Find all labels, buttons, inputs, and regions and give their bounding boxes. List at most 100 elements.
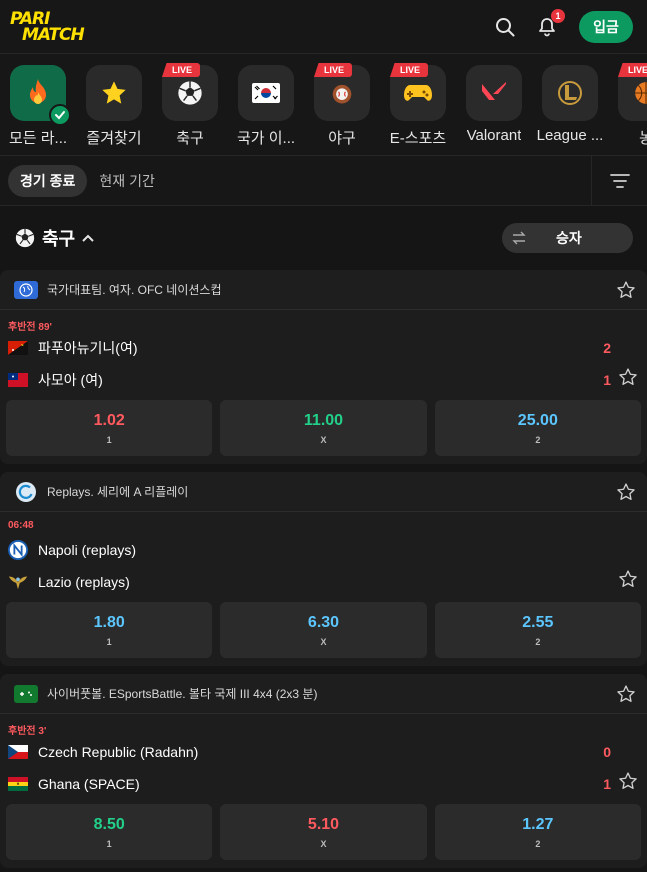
odd-home-button[interactable]: 8.50 1 — [6, 804, 213, 860]
league-block: 국가대표팀. 여자. OFC 네이션스컵 후반전 89' 파푸아뉴기니(여) 2… — [0, 270, 647, 464]
league-block: 사이버풋볼. ESportsBattle. 볼타 국제 III 4x4 (2x3… — [0, 674, 647, 868]
category-favorites[interactable]: 즐겨찾기 — [76, 65, 152, 155]
category-icon-box — [238, 65, 294, 121]
star-outline-icon — [619, 368, 637, 385]
category-basketball[interactable]: LIVE 농 — [608, 63, 647, 155]
star-outline-icon — [617, 684, 635, 702]
sport-section-header: 축구 승자 — [0, 206, 647, 270]
odd-draw-button[interactable]: 11.00 X — [220, 400, 427, 456]
match-time: 후반전 89' — [8, 322, 52, 333]
market-selector[interactable]: 승자 — [502, 223, 633, 253]
match-card[interactable]: 06:48 Napoli (replays) Lazio (replays) 1… — [0, 512, 647, 666]
category-icon-box: LIVE — [314, 63, 370, 121]
league-header[interactable]: 사이버풋볼. ESportsBattle. 볼타 국제 III 4x4 (2x3… — [0, 674, 647, 714]
team-row: 파푸아뉴기니(여) 2 — [6, 332, 641, 364]
odd-draw-button[interactable]: 6.30 X — [220, 602, 427, 658]
notification-badge: 1 — [551, 8, 565, 23]
favorite-match-button[interactable] — [617, 770, 639, 792]
search-icon — [496, 17, 515, 36]
category-label: 축구 — [176, 130, 204, 147]
odd-away-button[interactable]: 1.27 2 — [434, 804, 641, 860]
odd-label: 1 — [106, 636, 112, 647]
czech-flag-icon — [8, 742, 28, 762]
filter-ended-pill[interactable]: 경기 종료 — [8, 164, 88, 197]
league-of-legends-icon — [558, 81, 582, 105]
category-icon-box — [86, 65, 142, 121]
star-outline-icon — [617, 482, 635, 500]
odd-label: 1 — [106, 434, 112, 445]
team-name: Napoli (replays) — [38, 542, 137, 558]
live-tag: LIVE — [390, 63, 429, 77]
parimatch-logo[interactable]: PARI MATCH — [8, 8, 108, 46]
samoa-flag-icon — [8, 370, 28, 390]
odd-value: 8.50 — [93, 815, 125, 833]
category-league-of-legends[interactable]: League ... — [532, 65, 608, 155]
sport-title-toggle[interactable]: 축구 — [14, 225, 95, 251]
odd-label: 2 — [535, 636, 541, 647]
category-icon-box — [542, 65, 598, 121]
category-valorant[interactable]: Valorant — [456, 65, 532, 155]
category-national[interactable]: 국가 이... — [228, 65, 304, 155]
star-icon — [102, 81, 126, 104]
deposit-button[interactable]: 입금 — [579, 10, 633, 43]
team-name: Czech Republic (Radahn) — [38, 744, 199, 760]
team-row: Napoli (replays) — [6, 534, 641, 566]
odd-away-button[interactable]: 2.55 2 — [434, 602, 641, 658]
odd-value: 1.02 — [93, 411, 125, 429]
odd-label: X — [320, 636, 327, 647]
odd-label: X — [320, 838, 327, 849]
category-icon-box — [466, 65, 522, 121]
filter-period-pill[interactable]: 현재 기간 — [87, 165, 166, 197]
top-header: PARI MATCH 1 입금 — [0, 0, 647, 54]
team-score: 0 — [603, 744, 611, 760]
sport-title: 축구 — [42, 229, 76, 249]
live-tag: LIVE — [162, 63, 201, 77]
odd-value: 25.00 — [517, 411, 558, 429]
league-header[interactable]: Replays. 세리에 A 리플레이 — [0, 472, 647, 512]
match-time: 후반전 3' — [8, 726, 47, 737]
team-score: 1 — [603, 372, 611, 388]
notifications-button[interactable]: 1 — [535, 8, 565, 39]
category-all[interactable]: 모든 라... — [0, 65, 76, 155]
match-card[interactable]: 후반전 3' Czech Republic (Radahn) 0 Ghana (… — [0, 714, 647, 868]
match-card[interactable]: 후반전 89' 파푸아뉴기니(여) 2 사모아 (여) 1 1.02 1 11.0… — [0, 310, 647, 464]
category-label: 즐겨찾기 — [86, 130, 142, 147]
favorite-league-button[interactable] — [615, 683, 637, 705]
star-outline-icon — [619, 772, 637, 789]
filter-bar: 경기 종료 현재 기간 — [0, 156, 647, 206]
team-score: 1 — [603, 776, 611, 792]
odd-away-button[interactable]: 25.00 2 — [434, 400, 641, 456]
category-icon-box: LIVE — [162, 63, 218, 121]
category-label: 농 — [639, 127, 647, 148]
soccer-ball-icon — [15, 228, 35, 248]
odd-draw-button[interactable]: 5.10 X — [220, 804, 427, 860]
favorite-match-button[interactable] — [617, 568, 639, 590]
favorite-league-button[interactable] — [615, 279, 637, 301]
star-outline-icon — [617, 280, 635, 298]
team-row: Ghana (SPACE) 1 — [6, 768, 641, 800]
category-label: League ... — [536, 127, 604, 144]
odds-row: 1.80 1 6.30 X 2.55 2 — [6, 602, 641, 658]
odd-home-button[interactable]: 1.80 1 — [6, 602, 213, 658]
category-baseball[interactable]: LIVE 야구 — [304, 63, 380, 155]
favorite-match-button[interactable] — [617, 366, 639, 388]
league-name: 사이버풋볼. ESportsBattle. 볼타 국제 III 4x4 (2x3… — [47, 687, 318, 701]
odd-label: 2 — [535, 434, 541, 445]
search-button[interactable] — [493, 15, 517, 39]
category-label: 모든 라... — [8, 130, 68, 147]
league-name: 국가대표팀. 여자. OFC 네이션스컵 — [47, 283, 222, 297]
odd-value: 5.10 — [307, 815, 340, 833]
league-header[interactable]: 국가대표팀. 여자. OFC 네이션스컵 — [0, 270, 647, 310]
category-icon-box: LIVE — [390, 63, 446, 121]
odd-value: 2.55 — [522, 613, 554, 631]
star-outline-icon — [619, 570, 637, 587]
filter-button[interactable] — [591, 156, 647, 206]
match-time: 06:48 — [8, 520, 34, 531]
category-soccer[interactable]: LIVE 축구 — [152, 63, 228, 155]
odd-home-button[interactable]: 1.02 1 — [6, 400, 213, 456]
odd-label: X — [320, 434, 327, 445]
team-name: 파푸아뉴기니(여) — [38, 340, 138, 356]
category-label: 야구 — [328, 130, 356, 147]
category-esports[interactable]: LIVE E-스포츠 — [380, 63, 456, 155]
favorite-league-button[interactable] — [615, 481, 637, 503]
